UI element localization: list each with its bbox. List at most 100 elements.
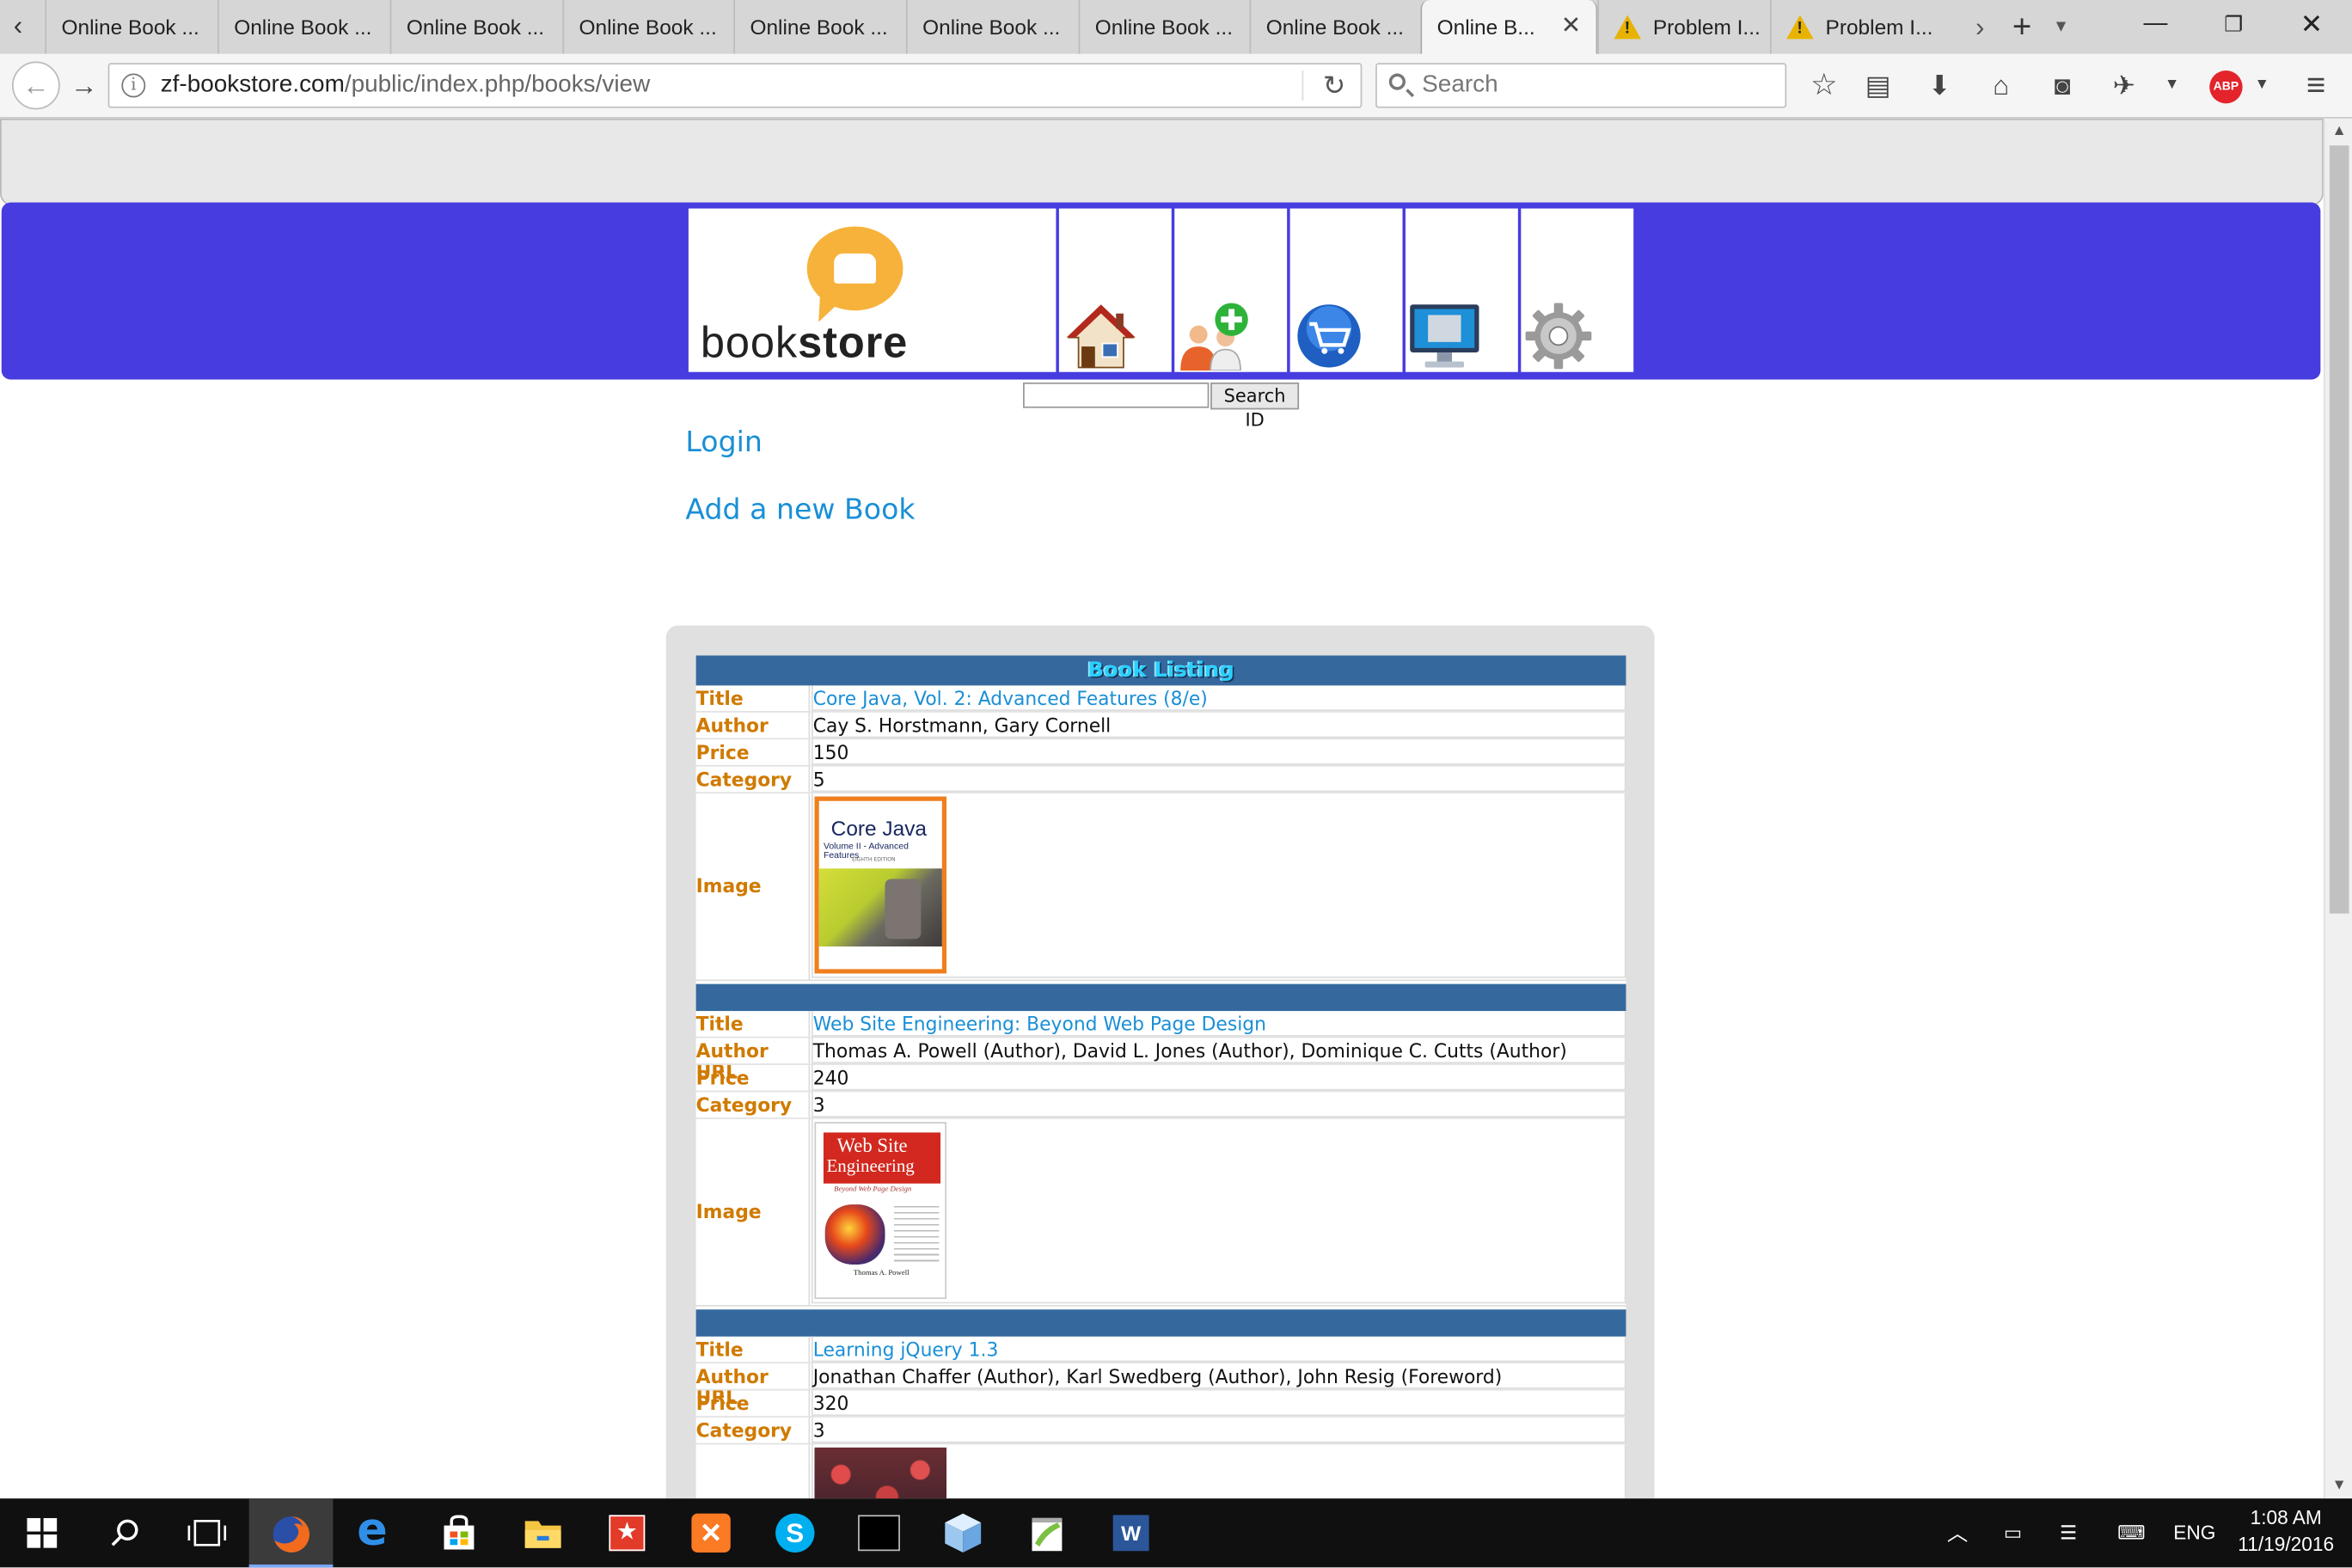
image-label: Image URL	[696, 793, 811, 1083]
extension-icon[interactable]: ✈	[2103, 66, 2145, 105]
store-icon[interactable]	[417, 1498, 501, 1567]
tab-scroll-right-button[interactable]: ›	[1962, 0, 1998, 54]
skype-icon[interactable]: S	[753, 1498, 837, 1567]
table-row: Category 3	[695, 1092, 1626, 1119]
nav-settings[interactable]	[1521, 208, 1634, 372]
word-icon[interactable]: W	[1089, 1498, 1173, 1567]
search-id-button[interactable]: Search ID	[1210, 382, 1300, 431]
book-cover-image[interactable]: Web Site Engineering Beyond Web Page Des…	[814, 1122, 947, 1300]
book-cover-image[interactable]	[814, 1447, 947, 1499]
nav-cart[interactable]	[1289, 208, 1403, 372]
gear-icon	[1525, 303, 1592, 370]
terminal-icon[interactable]	[837, 1498, 922, 1567]
book-listing-table: Book Listing Title Core Java, Vol. 2: Ad…	[695, 655, 1626, 1499]
tab[interactable]: Online Book ...	[733, 0, 906, 54]
windows-start-icon[interactable]	[0, 1498, 84, 1567]
battery-icon[interactable]: ▭	[1992, 1498, 2034, 1567]
tab-strip: ‹ Online Book ... Online Book ... Online…	[0, 0, 2352, 54]
reload-icon[interactable]: ↻	[1323, 69, 1345, 101]
word-glyph: W	[1112, 1515, 1149, 1552]
firefox-logo	[273, 1516, 309, 1553]
tab[interactable]: Problem I...	[1597, 0, 1770, 54]
table-row: Price 240	[695, 1064, 1626, 1093]
language-indicator[interactable]: ENG	[2169, 1498, 2220, 1567]
search-icon	[1388, 73, 1406, 90]
task-view-icon[interactable]	[165, 1498, 249, 1567]
cube-app-icon[interactable]	[921, 1498, 1005, 1567]
new-tab-icon[interactable]: +	[2004, 0, 2040, 54]
book-title-link[interactable]: Web Site Engineering: Beyond Web Page De…	[811, 1011, 1626, 1037]
book-author: Cay S. Horstmann, Gary Cornell	[811, 712, 1626, 738]
scroll-thumb[interactable]	[2329, 145, 2349, 914]
book-price: 240	[811, 1064, 1626, 1091]
table-row: Author Thomas A. Powell (Author), David …	[695, 1038, 1626, 1065]
bookmarks-library-icon[interactable]: ▤	[1857, 66, 1899, 105]
xampp-icon[interactable]: ✕	[669, 1498, 753, 1567]
info-icon[interactable]: i	[121, 73, 146, 98]
nav-add-user[interactable]	[1174, 208, 1288, 372]
downloads-icon[interactable]: ⬇	[1919, 66, 1961, 105]
tab[interactable]: Online Book ...	[217, 0, 390, 54]
nav-home[interactable]	[1058, 208, 1172, 372]
show-hidden-icons-icon[interactable]: ︿	[1938, 1498, 1976, 1567]
url-text[interactable]: zf-bookstore.com/public/index.php/books/…	[161, 64, 651, 107]
page-viewport: bookstore Search ID Login Add a new Book…	[0, 118, 2324, 1499]
tab[interactable]: Problem I...	[1769, 0, 1947, 54]
tab[interactable]: Online Book ...	[389, 0, 563, 54]
login-link[interactable]: Login	[685, 426, 762, 459]
book-category: 3	[811, 1092, 1626, 1118]
tab[interactable]: Online Book ...	[1078, 0, 1250, 54]
site-logo[interactable]: bookstore	[688, 208, 1057, 372]
web-search-bar[interactable]: Search	[1375, 63, 1787, 108]
app-icon[interactable]: ★	[585, 1498, 670, 1567]
warning-icon	[1786, 15, 1814, 40]
url-host: zf-bookstore.com	[160, 71, 345, 98]
restore-icon[interactable]: ❐	[2199, 0, 2268, 54]
back-icon[interactable]: ←	[11, 61, 60, 110]
notification-icon[interactable]: ☰	[2049, 1498, 2088, 1567]
table-row: Category 3	[695, 1417, 1626, 1445]
book-price: 320	[811, 1390, 1626, 1417]
tab[interactable]: Online Book ...	[905, 0, 1079, 54]
pocket-icon[interactable]: ◙	[2042, 66, 2084, 105]
minimize-icon[interactable]: —	[2121, 0, 2190, 54]
tab-label: Online B...	[1436, 15, 1535, 40]
home-icon[interactable]: ⌂	[1980, 66, 2022, 105]
menu-icon[interactable]: ≡	[2295, 66, 2337, 105]
cover-author: Thomas A. Powell	[853, 1270, 910, 1278]
scroll-down-icon[interactable]: ▼	[2325, 1473, 2352, 1498]
book-icon	[834, 253, 877, 284]
forward-icon[interactable]: →	[66, 66, 102, 105]
adblock-dropdown-icon[interactable]: ▼	[2241, 66, 2283, 105]
edge-icon[interactable]: e	[333, 1498, 417, 1567]
add-book-link[interactable]: Add a new Book	[685, 493, 915, 526]
title-label: Title	[696, 1336, 811, 1363]
tab[interactable]: Online Book ...	[45, 0, 217, 54]
page-scrollbar[interactable]: ▲ ▼	[2323, 118, 2352, 1499]
table-row: Image URL Web Site Engineering Beyond We…	[695, 1118, 1626, 1408]
firefox-icon[interactable]	[248, 1498, 334, 1568]
cover-text-block	[893, 1201, 940, 1262]
scroll-up-icon[interactable]: ▲	[2325, 119, 2352, 144]
search-id-input[interactable]	[1023, 382, 1210, 408]
notepad-plus-icon[interactable]	[1005, 1498, 1089, 1567]
file-explorer-icon[interactable]	[501, 1498, 585, 1567]
extension-dropdown-icon[interactable]: ▼	[2151, 66, 2193, 105]
bookmark-star-icon[interactable]: ☆	[1803, 66, 1845, 105]
close-window-icon[interactable]: ✕	[2277, 0, 2346, 54]
tab-active[interactable]: Online B... ✕	[1420, 0, 1598, 54]
close-tab-icon[interactable]: ✕	[1561, 0, 1581, 54]
tab[interactable]: Online Book ...	[562, 0, 733, 54]
keyboard-icon[interactable]: ⌨	[2106, 1498, 2157, 1567]
book-title-link[interactable]: Learning jQuery 1.3	[811, 1336, 1626, 1363]
book-cover-image[interactable]: Core Java Volume II - Advanced Features …	[814, 796, 947, 974]
search-icon[interactable]	[84, 1498, 168, 1567]
nav-monitor[interactable]	[1405, 208, 1518, 372]
book-title-link[interactable]: Core Java, Vol. 2: Advanced Features (8/…	[811, 685, 1626, 712]
edge-glyph: e	[357, 1504, 388, 1558]
tab-scroll-left-button[interactable]: ‹	[0, 0, 36, 54]
clock[interactable]: 1:08 AM 11/19/2016	[2227, 1504, 2344, 1559]
list-tabs-icon[interactable]: ▼	[2043, 0, 2079, 54]
url-bar[interactable]: i zf-bookstore.com/public/index.php/book…	[107, 63, 1363, 108]
tab[interactable]: Online Book ...	[1249, 0, 1421, 54]
